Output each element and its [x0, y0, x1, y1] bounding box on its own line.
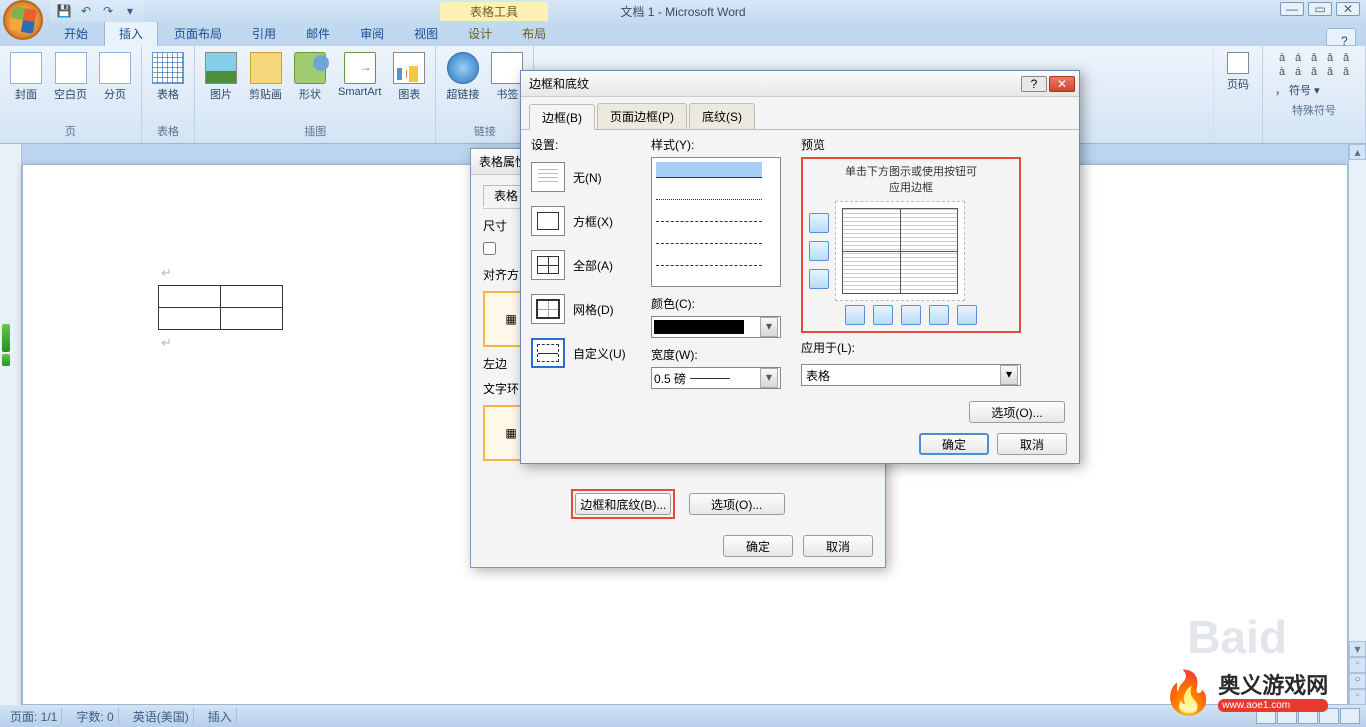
color-dropdown[interactable]	[651, 316, 781, 338]
style-label: 样式(Y):	[651, 136, 791, 153]
border-diag1-button[interactable]	[845, 305, 865, 325]
smartart-button[interactable]: SmartArt	[334, 50, 385, 100]
cancel-button[interactable]: 取消	[997, 433, 1067, 455]
window-title: 文档 1 - Microsoft Word	[620, 3, 745, 20]
tab-page-border[interactable]: 页面边框(P)	[597, 103, 687, 129]
border-diag2-button[interactable]	[957, 305, 977, 325]
setting-custom[interactable]: 自定义(U)	[531, 333, 641, 373]
qat-more-icon[interactable]: ▾	[122, 3, 138, 19]
site-watermark: 🔥 奥义游戏网 www.aoe1.com	[1162, 663, 1362, 723]
pagenum-button[interactable]: 页码	[1220, 50, 1256, 94]
vertical-scrollbar[interactable]: ▴ ▾ ◦ ○ ◦	[1348, 144, 1366, 705]
close-button[interactable]: ✕	[1336, 2, 1360, 16]
options-button[interactable]: 选项(O)...	[689, 493, 785, 515]
vertical-ruler[interactable]	[0, 144, 22, 705]
border-right-button[interactable]	[929, 305, 949, 325]
tab-layout[interactable]: 页面布局	[160, 21, 236, 46]
tab-shading[interactable]: 底纹(S)	[689, 103, 755, 129]
minimize-button[interactable]: —	[1280, 2, 1304, 16]
tab-insert[interactable]: 插入	[104, 20, 158, 46]
tab-references[interactable]: 引用	[238, 21, 290, 46]
tab-home[interactable]: 开始	[50, 21, 102, 46]
symbol-more[interactable]: ， 符号 ▾	[1269, 80, 1359, 100]
paragraph-mark-icon: ↵	[161, 335, 172, 351]
tab-review[interactable]: 审阅	[346, 21, 398, 46]
status-words[interactable]: 字数: 0	[72, 708, 118, 725]
options-button[interactable]: 选项(O)...	[969, 401, 1065, 423]
border-left-button[interactable]	[873, 305, 893, 325]
border-bottom-button[interactable]	[809, 269, 829, 289]
page-break-button[interactable]: 分页	[95, 50, 135, 104]
status-page[interactable]: 页面: 1/1	[6, 708, 62, 725]
picture-button[interactable]: 图片	[201, 50, 241, 104]
blank-page-button[interactable]: 空白页	[50, 50, 91, 104]
size-checkbox[interactable]	[483, 242, 496, 255]
save-icon[interactable]: 💾	[56, 3, 72, 19]
ok-button[interactable]: 确定	[919, 433, 989, 455]
ribbon-tabs: 开始 插入 页面布局 引用 邮件 审阅 视图 设计 布局 ?	[0, 22, 1366, 46]
group-pages-label: 页	[6, 121, 135, 143]
redo-icon[interactable]: ↷	[100, 3, 116, 19]
style-listbox[interactable]	[651, 157, 781, 287]
apply-to-dropdown[interactable]: 表格	[801, 364, 1021, 386]
group-symbols-label: 特殊符号	[1269, 100, 1359, 122]
preview-grid[interactable]	[835, 201, 965, 301]
context-tab-label: 表格工具	[440, 2, 548, 21]
table-button[interactable]: 表格	[148, 50, 188, 104]
tab-design[interactable]: 设计	[454, 21, 506, 46]
apply-label: 应用于(L):	[801, 339, 1069, 356]
preview-label: 预览	[801, 136, 1069, 153]
title-bar: 💾 ↶ ↷ ▾ 表格工具 文档 1 - Microsoft Word — ▭ ✕	[0, 0, 1366, 22]
status-mode[interactable]: 插入	[204, 708, 237, 725]
baidu-watermark: Baid	[1187, 610, 1287, 664]
width-label: 宽度(W):	[651, 346, 791, 363]
setting-label: 设置:	[531, 136, 641, 153]
flame-icon: 🔥	[1162, 669, 1214, 718]
restore-button[interactable]: ▭	[1308, 2, 1332, 16]
highlight-annotation: 边框和底纹(B)...	[571, 489, 675, 519]
symbol-grid[interactable]: àáǎǎǎ àáǎǎǎ	[1269, 50, 1359, 80]
document-table[interactable]	[158, 285, 283, 330]
shapes-button[interactable]: 形状	[290, 50, 330, 104]
dialog-title: 边框和底纹	[529, 75, 589, 92]
clipart-button[interactable]: 剪贴画	[245, 50, 286, 104]
cancel-button[interactable]: 取消	[803, 535, 873, 557]
undo-icon[interactable]: ↶	[78, 3, 94, 19]
chart-button[interactable]: 图表	[389, 50, 429, 104]
quick-access-toolbar: 💾 ↶ ↷ ▾	[50, 0, 144, 22]
preview-highlight-annotation: 单击下方图示或使用按钮可 应用边框	[801, 157, 1021, 333]
status-lang[interactable]: 英语(美国)	[129, 708, 194, 725]
tab-table-layout[interactable]: 布局	[508, 21, 560, 46]
border-hmid-button[interactable]	[809, 241, 829, 261]
group-tables-label: 表格	[148, 121, 188, 143]
group-illustrations-label: 插图	[201, 121, 429, 143]
scroll-down-icon[interactable]: ▾	[1349, 641, 1366, 657]
office-button[interactable]	[3, 0, 43, 40]
borders-shading-dialog: 边框和底纹 ? ✕ 边框(B) 页面边框(P) 底纹(S) 设置: 无(N) 方…	[520, 70, 1080, 464]
setting-grid[interactable]: 网格(D)	[531, 289, 641, 329]
dialog-help-button[interactable]: ?	[1021, 76, 1047, 92]
preview-message-2: 应用边框	[809, 179, 1013, 195]
scroll-up-icon[interactable]: ▴	[1349, 144, 1366, 160]
borders-shading-button[interactable]: 边框和底纹(B)...	[575, 493, 671, 515]
paragraph-mark-icon: ↵	[161, 265, 172, 281]
tab-mailings[interactable]: 邮件	[292, 21, 344, 46]
group-links-label: 链接	[442, 121, 527, 143]
setting-all[interactable]: 全部(A)	[531, 245, 641, 285]
hyperlink-button[interactable]: 超链接	[442, 50, 483, 104]
setting-none[interactable]: 无(N)	[531, 157, 641, 197]
cover-page-button[interactable]: 封面	[6, 50, 46, 104]
help-button[interactable]: ?	[1326, 28, 1356, 46]
border-vmid-button[interactable]	[901, 305, 921, 325]
tab-borders[interactable]: 边框(B)	[529, 104, 595, 130]
color-label: 颜色(C):	[651, 295, 791, 312]
width-dropdown[interactable]: 0.5 磅	[651, 367, 781, 389]
dialog-close-button[interactable]: ✕	[1049, 76, 1075, 92]
setting-box[interactable]: 方框(X)	[531, 201, 641, 241]
ok-button[interactable]: 确定	[723, 535, 793, 557]
border-top-button[interactable]	[809, 213, 829, 233]
tab-view[interactable]: 视图	[400, 21, 452, 46]
preview-message: 单击下方图示或使用按钮可	[809, 163, 1013, 179]
